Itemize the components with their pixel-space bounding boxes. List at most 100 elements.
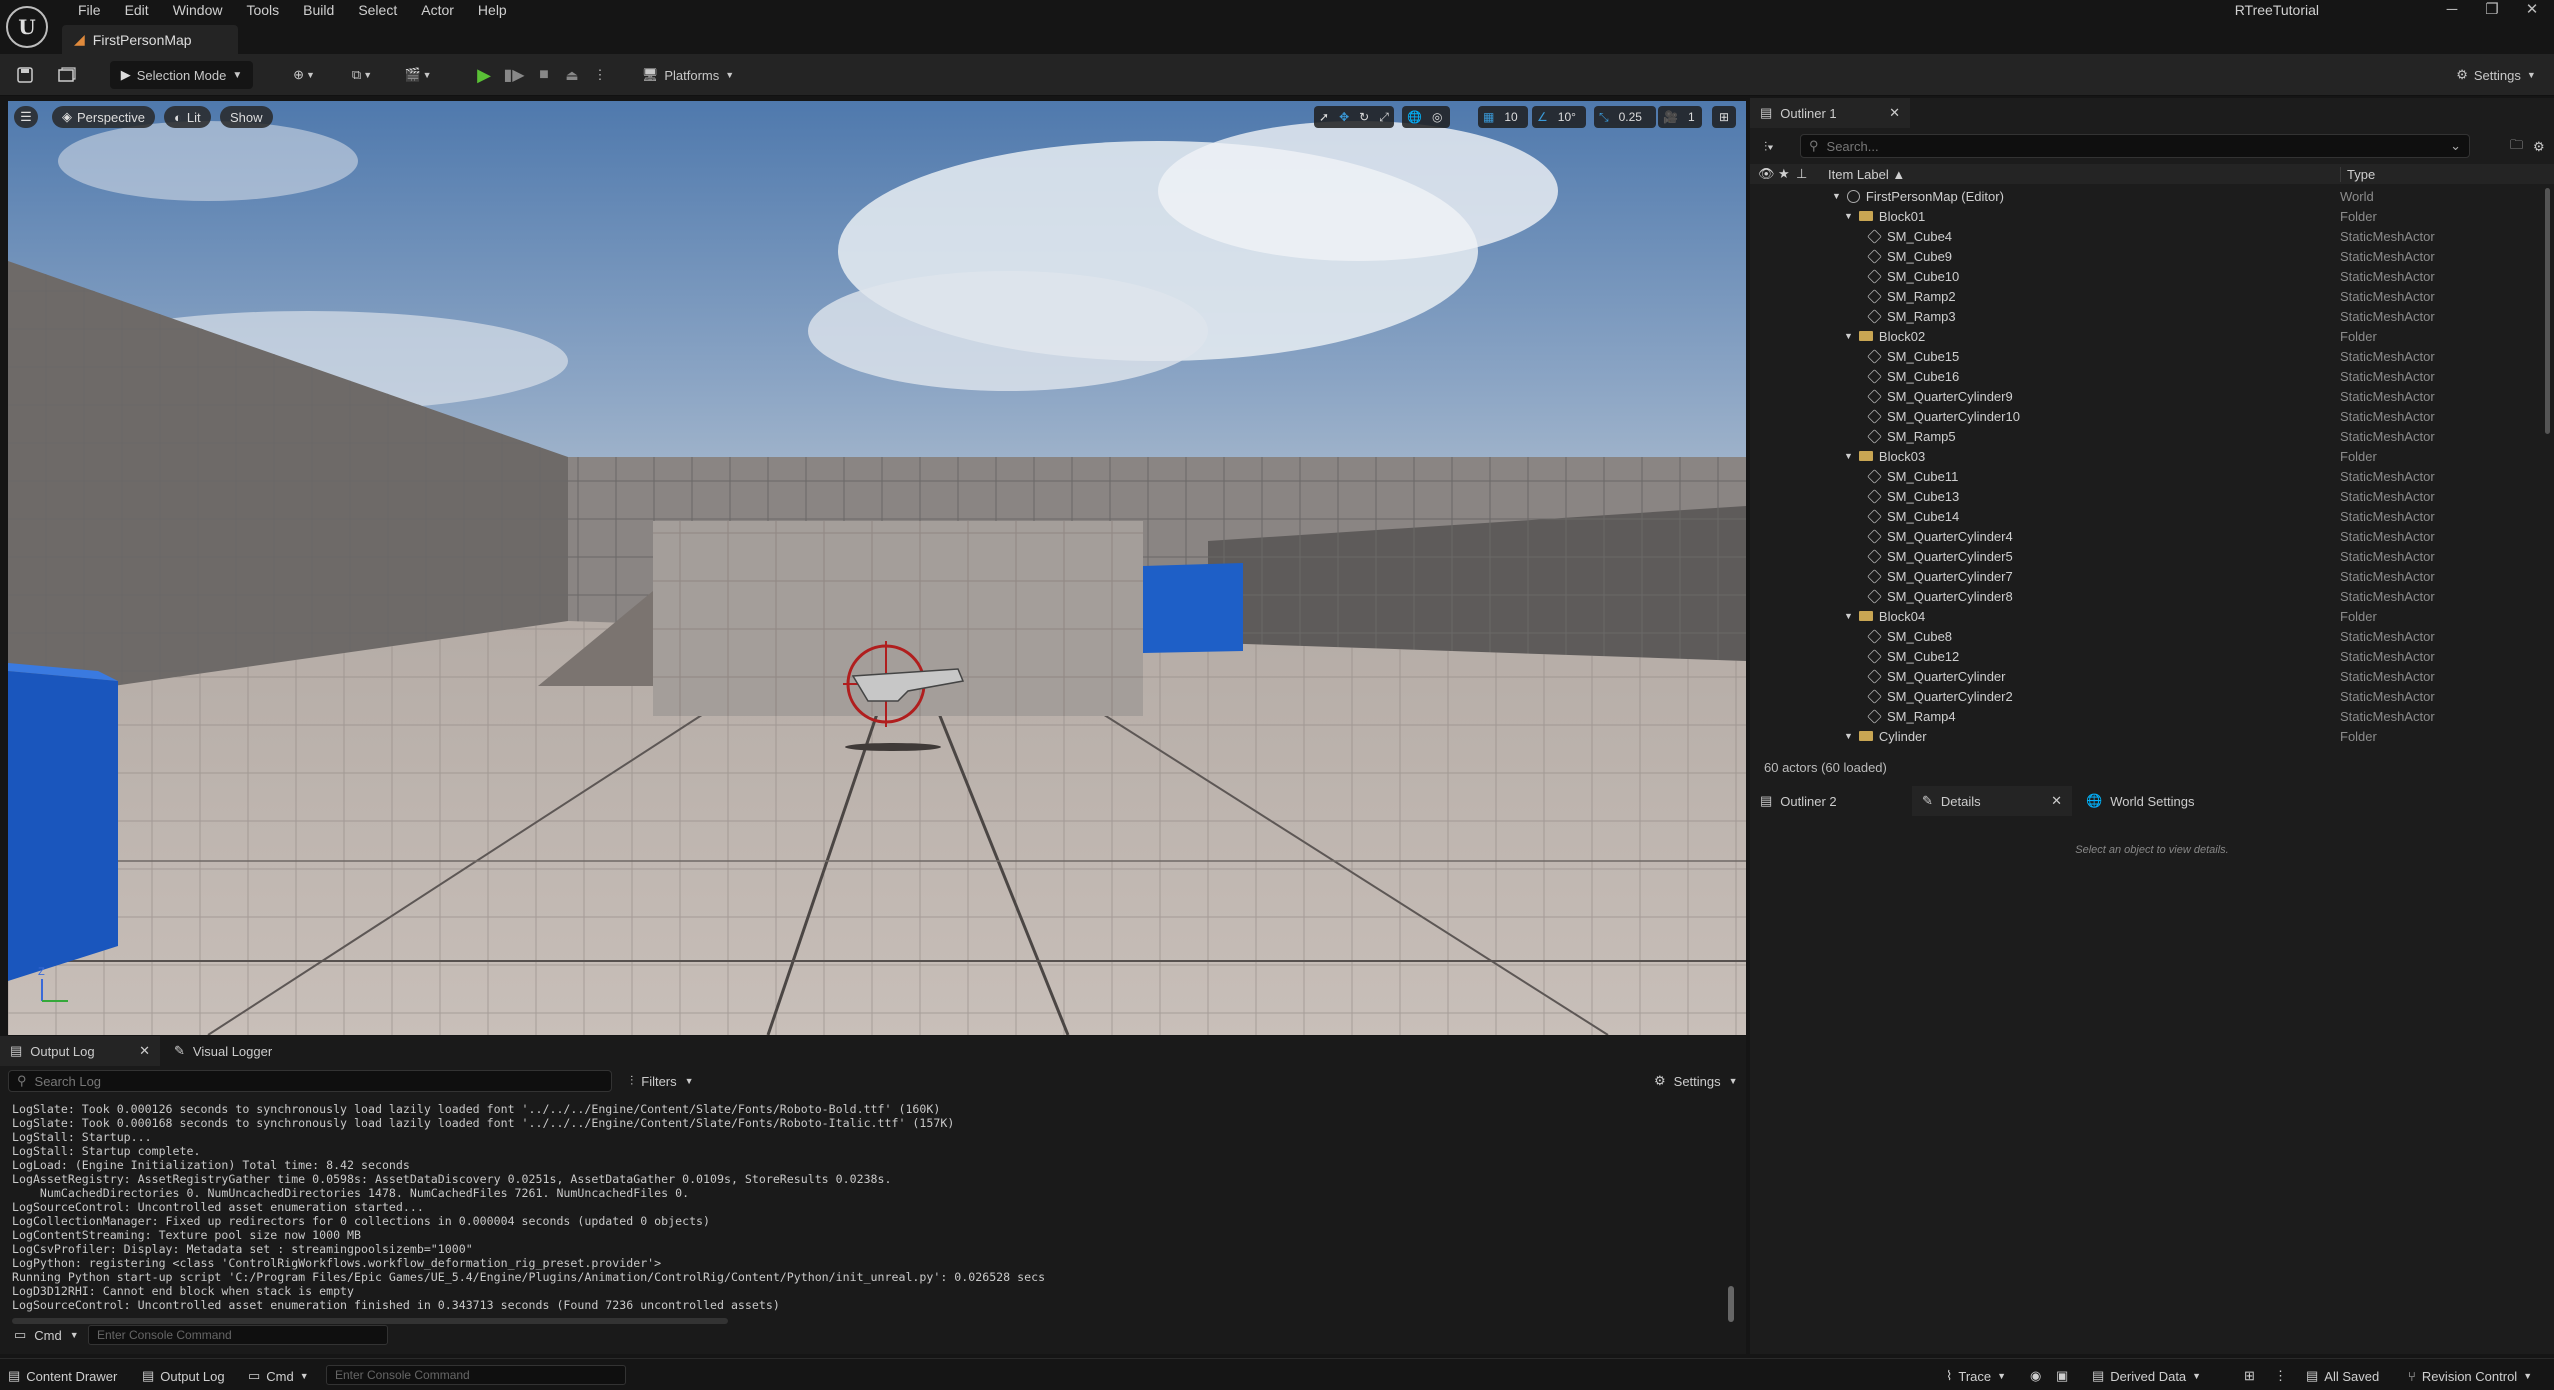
content-drawer-button[interactable]: ▤ Content Drawer: [8, 1365, 117, 1387]
gear-icon[interactable]: ⚙: [2533, 139, 2545, 155]
platforms-dropdown[interactable]: 🖥 Platforms ▼: [638, 61, 738, 89]
tab-visual-logger[interactable]: ✎ Visual Logger: [164, 1036, 314, 1066]
expand-arrow-icon[interactable]: ▼: [1844, 451, 1853, 461]
status-output-log-button[interactable]: ▤ Output Log: [142, 1365, 225, 1387]
menu-edit[interactable]: Edit: [113, 0, 161, 20]
settings-dropdown[interactable]: ⚙ Settings ▼: [2450, 61, 2542, 89]
close-icon[interactable]: ✕: [2051, 793, 2062, 809]
cmd-dropdown[interactable]: ▭ Cmd ▼: [4, 1320, 84, 1350]
record-icon[interactable]: ◉: [2030, 1365, 2041, 1387]
outliner-row[interactable]: SM_QuarterCylinder9 StaticMeshActor: [1750, 386, 2540, 406]
log-scrollbar[interactable]: [1728, 1286, 1734, 1322]
console-input[interactable]: Enter Console Command: [88, 1325, 388, 1345]
log-settings-dropdown[interactable]: ⚙ Settings ▼: [1644, 1066, 1742, 1096]
visibility-icon[interactable]: 👁: [1758, 166, 1775, 182]
outliner-row[interactable]: SM_QuarterCylinder5 StaticMeshActor: [1750, 546, 2540, 566]
menu-tools[interactable]: Tools: [234, 0, 291, 20]
outliner-row[interactable]: ▼ Block03 Folder: [1750, 446, 2540, 466]
tab-outliner-1[interactable]: ▤ Outliner 1 ✕: [1750, 98, 1910, 128]
outliner-row[interactable]: SM_QuarterCylinder2 StaticMeshActor: [1750, 686, 2540, 706]
outliner-row[interactable]: SM_Cube13 StaticMeshActor: [1750, 486, 2540, 506]
outliner-row[interactable]: SM_Cube14 StaticMeshActor: [1750, 506, 2540, 526]
tab-output-log[interactable]: ▤ Output Log ✕: [0, 1036, 160, 1066]
column-item-label[interactable]: Item Label ▲: [1828, 167, 1905, 182]
expand-arrow-icon[interactable]: ▼: [1832, 191, 1841, 201]
select-icon[interactable]: ➚: [1314, 110, 1334, 124]
expand-arrow-icon[interactable]: ▼: [1844, 731, 1853, 741]
outliner-row[interactable]: SM_Cube15 StaticMeshActor: [1750, 346, 2540, 366]
map-tab[interactable]: ◢ FirstPersonMap: [62, 25, 238, 54]
stop-icon[interactable]: ■: [532, 61, 556, 89]
pin-icon[interactable]: ★: [1778, 166, 1790, 182]
trace-dropdown[interactable]: ⌇ Trace ▼: [1946, 1365, 2006, 1387]
outliner-row[interactable]: SM_Cube9 StaticMeshActor: [1750, 246, 2540, 266]
close-icon[interactable]: ✕: [139, 1043, 150, 1059]
blueprint-button[interactable]: ⧉ ▼: [340, 61, 384, 89]
filters-dropdown[interactable]: ⫶ Filters ▼: [620, 1066, 710, 1096]
status-console-input[interactable]: Enter Console Command: [326, 1365, 626, 1385]
step-icon[interactable]: ▮▶: [502, 61, 526, 89]
outliner-row[interactable]: ▼ Block02 Folder: [1750, 326, 2540, 346]
all-saved-button[interactable]: ▤ All Saved: [2306, 1365, 2379, 1387]
move-icon[interactable]: ✥: [1334, 110, 1354, 124]
outliner-row[interactable]: ▼ FirstPersonMap (Editor) World: [1750, 186, 2540, 206]
outliner-row[interactable]: ▼ Cylinder Folder: [1750, 726, 2540, 746]
derived-data-dropdown[interactable]: ▤ Derived Data ▼: [2092, 1365, 2201, 1387]
eject-icon[interactable]: ⏏: [560, 61, 584, 89]
cinematics-button[interactable]: 🎬 ▼: [396, 61, 440, 89]
menu-window[interactable]: Window: [161, 0, 235, 20]
outliner-row[interactable]: ▼ Block01 Folder: [1750, 206, 2540, 226]
minimize-button[interactable]: ─: [2432, 0, 2472, 20]
outliner-row[interactable]: SM_Cube12 StaticMeshActor: [1750, 646, 2540, 666]
surface-snap-icon[interactable]: ◎: [1427, 110, 1447, 124]
lit-button[interactable]: ◐ Lit: [164, 106, 211, 128]
outliner-row[interactable]: SM_Cube10 StaticMeshActor: [1750, 266, 2540, 286]
rotate-icon[interactable]: ↻: [1354, 110, 1374, 124]
source-control-icon[interactable]: ⊞: [2244, 1365, 2255, 1387]
outliner-row[interactable]: SM_Cube8 StaticMeshActor: [1750, 626, 2540, 646]
scale-snap-button[interactable]: ⤡ 0.25: [1594, 106, 1656, 128]
menu-build[interactable]: Build: [291, 0, 346, 20]
outliner-row[interactable]: SM_Ramp5 StaticMeshActor: [1750, 426, 2540, 446]
column-type[interactable]: Type: [2340, 167, 2375, 182]
log-search-input[interactable]: ⚲ Search Log: [8, 1070, 612, 1092]
camera-speed-button[interactable]: 🎥 1: [1658, 106, 1702, 128]
expand-arrow-icon[interactable]: ▼: [1844, 331, 1853, 341]
outliner-row[interactable]: SM_QuarterCylinder StaticMeshActor: [1750, 666, 2540, 686]
viewport-menu-icon[interactable]: ☰: [14, 106, 38, 128]
level-viewport[interactable]: Z ☰ ◈ Perspective ◐ Lit Show ➚ ✥ ↻ ⤢ 🌐 ◎…: [8, 101, 1746, 1035]
outliner-row[interactable]: ▼ Block04 Folder: [1750, 606, 2540, 626]
tab-details[interactable]: ✎ Details ✕: [1912, 786, 2072, 816]
add-folder-icon[interactable]: 🗀: [2510, 136, 2523, 158]
selection-mode-dropdown[interactable]: ▶ Selection Mode ▼: [110, 61, 253, 89]
menu-help[interactable]: Help: [466, 0, 519, 20]
expand-arrow-icon[interactable]: ▼: [1844, 211, 1853, 221]
layout-icon[interactable]: ⊞: [1712, 106, 1736, 128]
play-options-icon[interactable]: ⋮: [588, 61, 612, 89]
status-cmd-dropdown[interactable]: ▭ Cmd ▼: [248, 1365, 309, 1387]
outliner-scrollbar[interactable]: [2545, 188, 2550, 434]
outliner-row[interactable]: SM_QuarterCylinder4 StaticMeshActor: [1750, 526, 2540, 546]
outliner-row[interactable]: SM_Cube16 StaticMeshActor: [1750, 366, 2540, 386]
rotation-snap-button[interactable]: ∠ 10°: [1532, 106, 1586, 128]
perspective-button[interactable]: ◈ Perspective: [52, 106, 155, 128]
expand-arrow-icon[interactable]: ▼: [1844, 611, 1853, 621]
outliner-row[interactable]: SM_Cube11 StaticMeshActor: [1750, 466, 2540, 486]
outliner-row[interactable]: SM_QuarterCylinder10 StaticMeshActor: [1750, 406, 2540, 426]
outliner-row[interactable]: SM_Cube4 StaticMeshActor: [1750, 226, 2540, 246]
content-browser-icon[interactable]: [56, 61, 78, 89]
menu-actor[interactable]: Actor: [409, 0, 466, 20]
screenshot-icon[interactable]: ▣: [2056, 1365, 2068, 1387]
tab-world-settings[interactable]: 🌐 World Settings: [2076, 786, 2236, 816]
show-button[interactable]: Show: [220, 106, 273, 128]
grid-snap-button[interactable]: ▦ 10: [1478, 106, 1528, 128]
play-icon[interactable]: ▶: [472, 61, 496, 89]
world-space-icon[interactable]: 🌐: [1402, 110, 1427, 124]
tab-outliner-2[interactable]: ▤ Outliner 2: [1750, 786, 1910, 816]
outliner-row[interactable]: SM_Ramp3 StaticMeshActor: [1750, 306, 2540, 326]
outliner-row[interactable]: SM_Ramp4 StaticMeshActor: [1750, 706, 2540, 726]
menu-select[interactable]: Select: [346, 0, 409, 20]
revision-control-dropdown[interactable]: ⑂ Revision Control ▼: [2408, 1365, 2532, 1387]
maximize-button[interactable]: ❐: [2472, 0, 2512, 20]
close-icon[interactable]: ✕: [1889, 105, 1900, 121]
